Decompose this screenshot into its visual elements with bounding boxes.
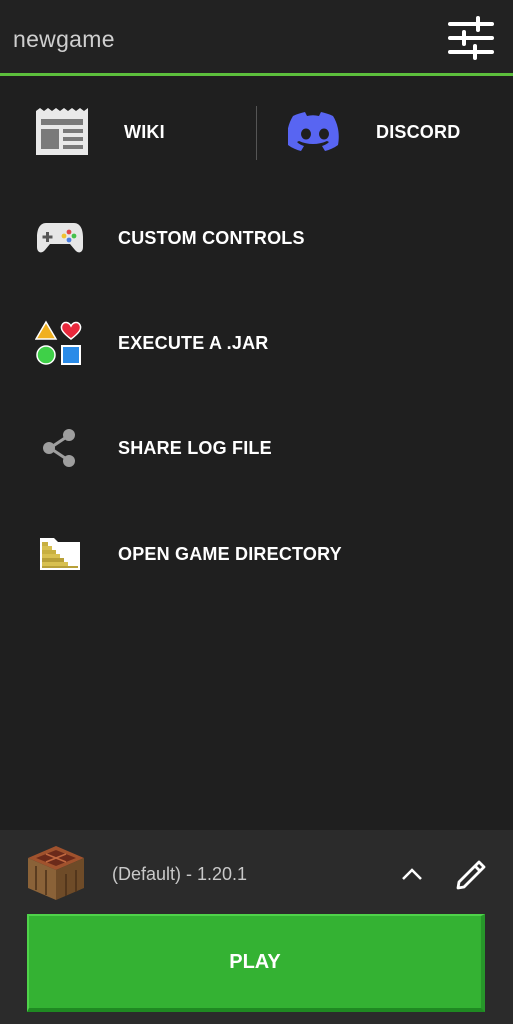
top-bar: newgame [0,0,513,76]
expand-profiles-button[interactable] [398,860,426,888]
open-directory-button[interactable]: OPEN GAME DIRECTORY [0,524,513,584]
shapes-icon [34,317,86,369]
version-label: (Default) - 1.20.1 [112,864,248,884]
play-button[interactable]: PLAY [27,914,485,1012]
profile-title: newgame [13,26,115,52]
folder-icon [34,528,86,580]
wiki-button[interactable]: WIKI [30,100,250,164]
discord-label: DISCORD [376,121,461,142]
edit-profile-button[interactable] [453,854,491,892]
custom-controls-button[interactable]: CUSTOM CONTROLS [0,208,513,268]
execute-jar-button[interactable]: EXECUTE A .JAR [0,313,513,373]
newspaper-icon [36,108,88,155]
sliders-icon [448,16,494,60]
share-log-button[interactable]: SHARE LOG FILE [0,418,513,478]
discord-button[interactable]: DISCORD [288,100,488,164]
settings-button[interactable] [445,14,497,62]
open-directory-label: OPEN GAME DIRECTORY [118,543,342,564]
vertical-divider [256,106,257,160]
share-icon [34,422,86,474]
custom-controls-label: CUSTOM CONTROLS [118,227,305,248]
pencil-icon [456,860,486,890]
chevron-up-icon [402,868,422,880]
crafting-table-icon [28,846,84,900]
execute-jar-label: EXECUTE A .JAR [118,332,269,353]
share-log-label: SHARE LOG FILE [118,437,272,458]
gamepad-icon [34,212,86,264]
discord-icon [288,112,339,151]
wiki-label: WIKI [124,121,165,142]
play-label: PLAY [229,950,281,973]
